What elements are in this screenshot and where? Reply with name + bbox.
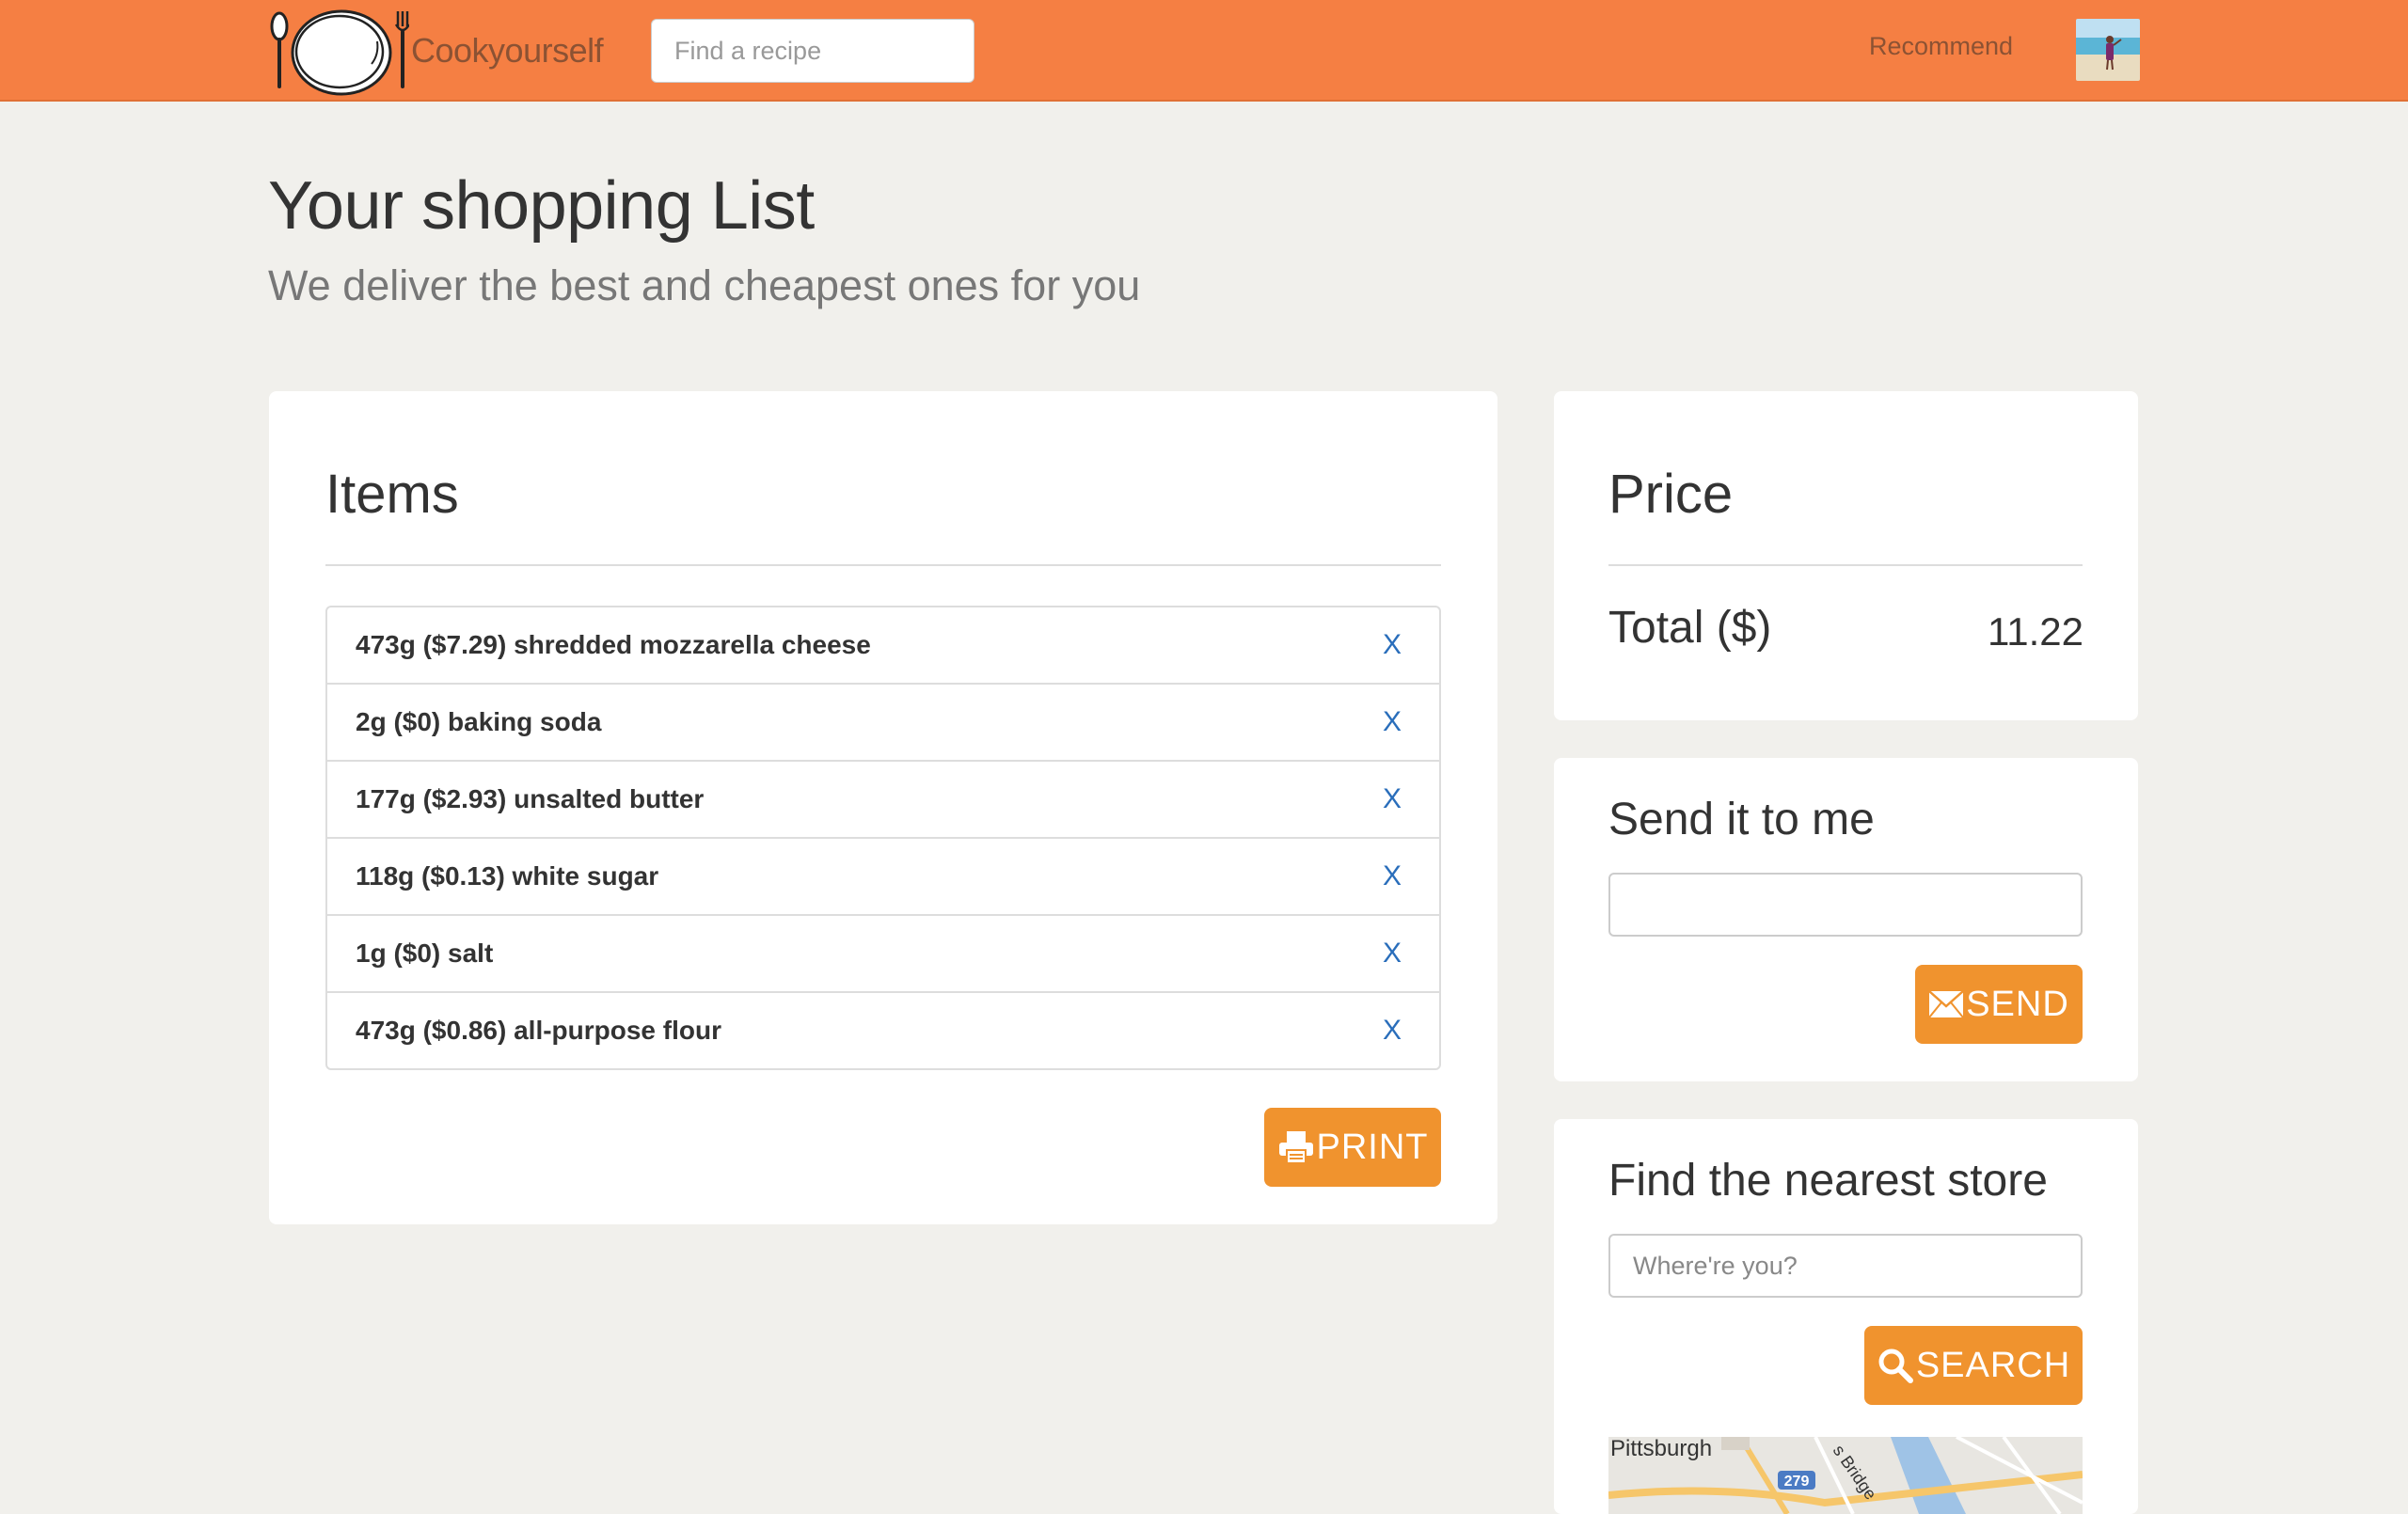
items-divider xyxy=(325,564,1441,566)
price-divider xyxy=(1608,564,2083,566)
items-panel: Items 473g ($7.29) shredded mozzarella c… xyxy=(269,391,1497,1224)
send-heading: Send it to me xyxy=(1608,795,1875,844)
map-city-label: Pittsburgh xyxy=(1610,1437,1712,1461)
remove-item-button[interactable]: X xyxy=(1383,938,1402,970)
page-subtitle: We deliver the best and cheapest ones fo… xyxy=(268,261,1141,309)
store-panel: Find the nearest store SEARCH 279 Pittsb… xyxy=(1554,1119,2138,1514)
send-panel: Send it to me SEND xyxy=(1554,758,2138,1081)
search-icon xyxy=(1878,1348,1913,1383)
print-button[interactable]: PRINT xyxy=(1264,1108,1441,1187)
remove-item-button[interactable]: X xyxy=(1383,706,1402,738)
item-label: 1g ($0) salt xyxy=(356,938,494,968)
list-item: 2g ($0) baking soda X xyxy=(327,683,1439,760)
remove-item-button[interactable]: X xyxy=(1383,1015,1402,1047)
send-label: SEND xyxy=(1966,984,2069,1024)
highway-label: 279 xyxy=(1784,1474,1810,1490)
item-label: 473g ($0.86) all-purpose flour xyxy=(356,1016,721,1045)
search-label: SEARCH xyxy=(1915,1345,2071,1385)
remove-item-button[interactable]: X xyxy=(1383,783,1402,815)
list-item: 473g ($7.29) shredded mozzarella cheese … xyxy=(327,607,1439,683)
plate-logo-icon xyxy=(270,9,409,96)
store-map[interactable]: 279 Pittsburgh s Bridge xyxy=(1608,1437,2083,1514)
list-item: 1g ($0) salt X xyxy=(327,914,1439,991)
item-label: 118g ($0.13) white sugar xyxy=(356,861,659,891)
price-panel: Price Total ($) 11.22 xyxy=(1554,391,2138,720)
printer-icon xyxy=(1278,1131,1313,1164)
recommend-link[interactable]: Recommend xyxy=(1869,32,2013,61)
list-item: 118g ($0.13) white sugar X xyxy=(327,837,1439,914)
avatar[interactable] xyxy=(2076,19,2140,81)
search-store-button[interactable]: SEARCH xyxy=(1864,1326,2083,1405)
item-label: 473g ($7.29) shredded mozzarella cheese xyxy=(356,630,871,659)
recipe-search-input[interactable] xyxy=(651,19,974,83)
total-value: 11.22 xyxy=(1988,609,2083,654)
location-input[interactable] xyxy=(1608,1234,2083,1298)
total-label: Total ($) xyxy=(1608,603,1772,653)
map-tiles: 279 Pittsburgh s Bridge xyxy=(1608,1437,2083,1514)
send-button[interactable]: SEND xyxy=(1915,965,2083,1044)
shopping-list: 473g ($7.29) shredded mozzarella cheese … xyxy=(325,606,1441,1070)
item-label: 177g ($2.93) unsalted butter xyxy=(356,784,705,813)
store-heading: Find the nearest store xyxy=(1608,1156,2048,1206)
items-heading: Items xyxy=(325,464,459,525)
list-item: 473g ($0.86) all-purpose flour X xyxy=(327,991,1439,1068)
remove-item-button[interactable]: X xyxy=(1383,629,1402,661)
page-title: Your shopping List xyxy=(268,168,815,244)
remove-item-button[interactable]: X xyxy=(1383,860,1402,892)
list-item: 177g ($2.93) unsalted butter X xyxy=(327,760,1439,837)
navbar: Cookyourself Recommend xyxy=(0,0,2408,102)
item-label: 2g ($0) baking soda xyxy=(356,707,602,736)
avatar-photo-icon xyxy=(2076,19,2140,81)
brand-name[interactable]: Cookyourself xyxy=(411,31,604,71)
email-field[interactable] xyxy=(1608,873,2083,937)
print-label: PRINT xyxy=(1316,1127,1429,1167)
brand[interactable]: Cookyourself xyxy=(268,6,604,96)
envelope-icon xyxy=(1928,990,1965,1018)
price-heading: Price xyxy=(1608,464,1734,525)
